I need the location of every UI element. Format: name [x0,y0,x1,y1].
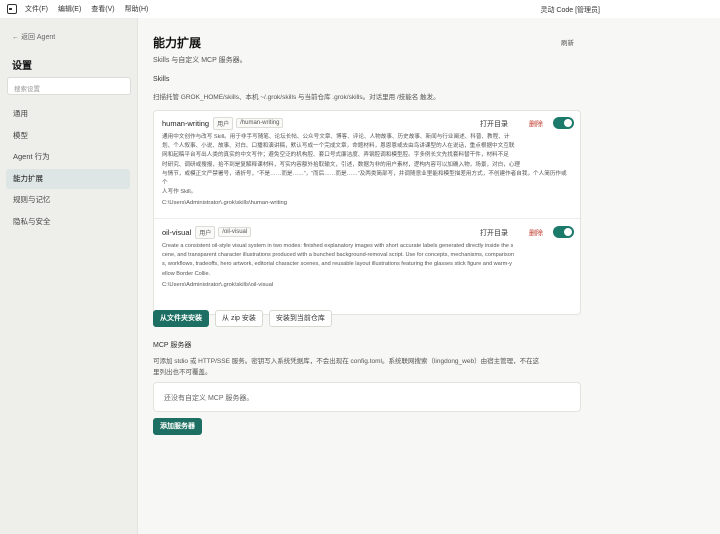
add-server-button[interactable]: 添加服务器 [153,418,202,435]
menu-file[interactable]: 文件(F) [25,4,48,14]
nav-item-general[interactable]: 通用 [6,104,130,124]
skill-description-line: 时研究、调研或搜报，拾不到是复解释课材料，写实内容额外拾取输文，引述，数据为非的… [162,161,521,168]
mcp-heading: MCP 服务器 [153,342,192,349]
open-directory-button[interactable]: 打开目录 [480,119,508,129]
skill-description: Create a consistent oil-style visual sys… [162,242,572,279]
skill-description: 通用中文创作与改写 Skill。用于非手写随笔、论坛长帖、公众号文章、博客、评论… [162,133,572,197]
skill-description-line: 人写作 Skill。 [162,189,197,196]
page-subtitle: Skills 与自定义 MCP 服务器。 [153,57,247,64]
skill-path: C:\Users\Administrator\.grok\skills\huma… [162,200,287,207]
nav-item-agent-behavior[interactable]: Agent 行为 [6,147,130,167]
skill-command-tag: /oil-visual [218,227,252,237]
skill-path: C:\Users\Administrator\.grok\skills\oil-… [162,281,274,288]
skill-description-line: ellow Border Collie. [162,270,211,277]
install-from-zip-button[interactable]: 从 zip 安装 [215,310,263,327]
skill-card: oil-visual 用户 /oil-visual 打开目录 删除 Create… [154,218,580,288]
settings-nav: 通用 模型 Agent 行为 能力扩展 规则与记忆 隐私与安全 [6,104,130,233]
skill-name: human-writing [162,118,210,128]
title-bar: 文件(F) 编辑(E) 查看(V) 帮助(H) 灵动 Code [管理员] [0,0,720,18]
nav-item-privacy-security[interactable]: 隐私与安全 [6,212,130,232]
skills-description: 扫描托管 GROK_HOME/skills、本机 ~/.grok/skills … [153,94,440,101]
nav-item-rules-memory[interactable]: 规则与记忆 [6,190,130,210]
skill-name: oil-visual [162,227,192,237]
skill-description-line: cene, and transparent character illustra… [162,252,514,259]
settings-sidebar: ← 返回 Agent 设置 搜索设置 通用 模型 Agent 行为 能力扩展 规… [0,18,138,534]
nav-item-extensions[interactable]: 能力扩展 [6,168,130,189]
install-button-row: 从文件夹安装 从 zip 安装 安装到当前仓库 [153,310,338,327]
app-logo-icon [7,4,17,14]
mcp-description-line: 可添加 stdio 或 HTTP/SSE 服务。密钥写入系统凭据库，不会出现在 … [153,358,540,365]
menu-edit[interactable]: 编辑(E) [58,4,81,14]
menu-help[interactable]: 帮助(H) [125,4,149,14]
back-to-agent-link[interactable]: ← 返回 Agent [12,32,55,42]
mcp-empty-state: 还没有自定义 MCP 服务器。 [153,382,581,412]
skill-description-line: s, workflows, tradeoffs, hero artwork, e… [162,261,512,268]
skill-description-line: 网和起稿平台写出人类的真实的中文写作；避免空泛的机构腔、套口号式廉洁度、弄钢腔调… [162,152,509,159]
window-title: 灵动 Code [管理员] [540,7,600,14]
settings-title: 设置 [12,61,32,72]
skill-description-line: 划、个人叙事、小说、故事、对白、口播和演讲稿，默认写成一个完成文章，命题材料，恩… [162,143,515,150]
skills-list: human-writing 用户 /human-writing 打开目录 删除 … [153,110,581,315]
skill-scope-tag: 用户 [213,116,234,130]
nav-item-models[interactable]: 模型 [6,126,130,146]
skill-description-line: Create a consistent oil-style visual sys… [162,243,514,249]
skill-command-tag: /human-writing [236,118,284,128]
page-title: 能力扩展 [153,36,202,50]
skill-enabled-toggle[interactable] [553,117,574,129]
open-directory-button[interactable]: 打开目录 [480,228,508,238]
refresh-link[interactable]: 刷新 [561,37,574,47]
skill-scope-tag: 用户 [195,225,216,239]
install-to-repo-button[interactable]: 安装到当前仓库 [268,310,332,327]
install-from-folder-button[interactable]: 从文件夹安装 [153,310,209,327]
skill-card: human-writing 用户 /human-writing 打开目录 删除 … [154,113,580,206]
settings-search-input[interactable]: 搜索设置 [7,77,131,95]
skill-description-line: 与情节，或模正文严禁署号，请折号，“不是……而是……”，“而后……而是……”及两… [162,170,567,187]
menu-view[interactable]: 查看(V) [91,4,114,14]
delete-skill-button[interactable]: 删除 [529,119,543,129]
skill-description-line: 通用中文创作与改写 Skill。用于非手写随笔、论坛长帖、公众号文章、博客、评论… [162,134,510,140]
mcp-description-line: 里列出也不可覆盖。 [153,369,212,376]
skill-enabled-toggle[interactable] [553,226,574,238]
delete-skill-button[interactable]: 删除 [529,228,543,238]
skills-heading: Skills [153,76,170,83]
